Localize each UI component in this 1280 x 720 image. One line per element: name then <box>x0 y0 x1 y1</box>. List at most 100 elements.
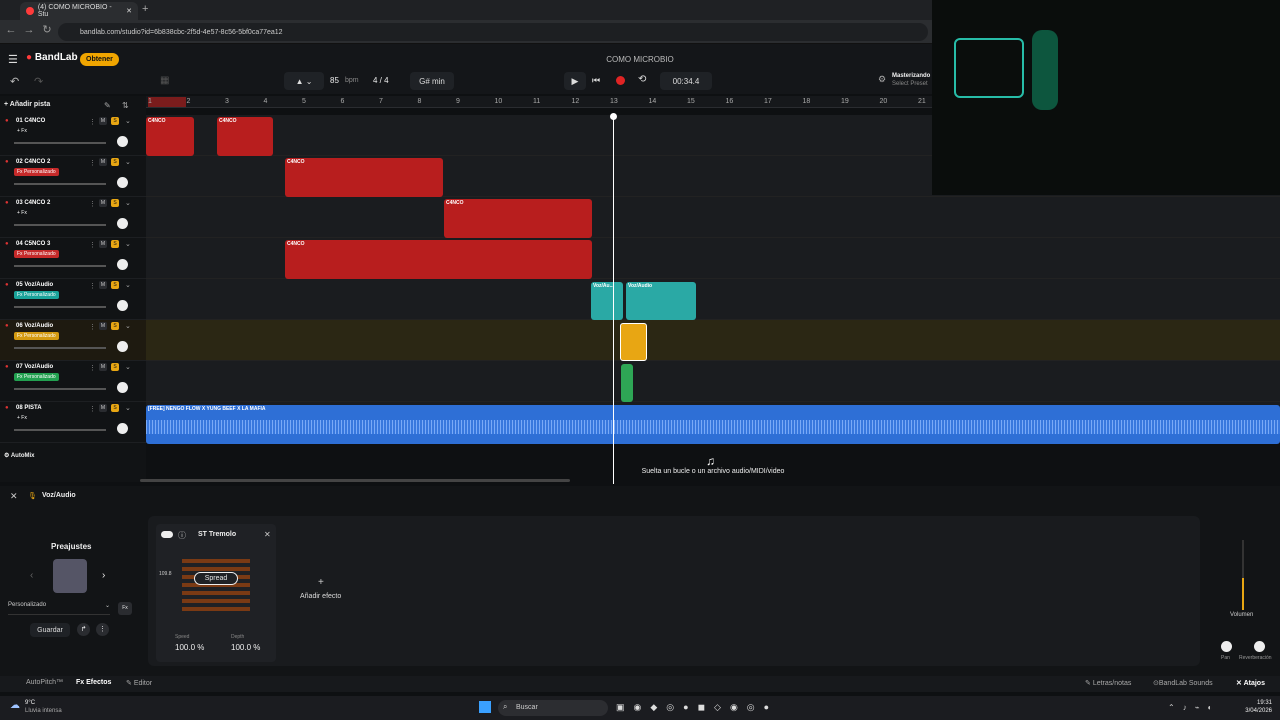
track-fx-badge[interactable]: + Fx <box>14 414 30 422</box>
solo-button[interactable]: S <box>111 240 119 248</box>
track-header[interactable]: ● 07 Voz/Audio Fx Personalizado ⋮ M S ⌄ <box>0 361 146 402</box>
menu-icon[interactable]: ☰ <box>8 53 18 66</box>
add-effect-icon[interactable]: + <box>318 577 324 588</box>
url-input[interactable]: bandlab.com/studio?id=6b838cbc-2f5d-4e57… <box>58 23 928 41</box>
pan-knob[interactable] <box>1221 641 1232 652</box>
mastering-icon[interactable]: ⚙ <box>878 74 886 85</box>
mute-button[interactable]: M <box>99 322 107 330</box>
track-lane[interactable] <box>146 361 1280 402</box>
track-more-icon[interactable]: ⋮ <box>89 282 96 290</box>
mute-button[interactable]: M <box>99 363 107 371</box>
mute-button[interactable]: M <box>99 158 107 166</box>
track-expand-icon[interactable]: ⌄ <box>125 363 131 371</box>
track-fx-badge[interactable]: + Fx <box>14 127 30 135</box>
mastering-preset[interactable]: Select Preset <box>892 81 928 87</box>
play-button[interactable]: ▶ <box>564 72 586 90</box>
mastering-title[interactable]: Masterizando <box>892 73 930 79</box>
reload-icon[interactable]: ↻ <box>40 23 54 37</box>
lyrics-button[interactable]: ✎ Letras/notas <box>1085 679 1131 687</box>
track-expand-icon[interactable]: ⌄ <box>125 404 131 412</box>
forward-icon[interactable]: → <box>22 23 36 37</box>
next-preset-icon[interactable]: › <box>102 570 105 581</box>
mute-button[interactable]: M <box>99 117 107 125</box>
song-title[interactable]: COMO MICROBIO <box>560 55 720 64</box>
track-pan-knob[interactable] <box>117 341 128 352</box>
fx-toggle-icon[interactable]: Fx <box>118 602 132 615</box>
track-expand-icon[interactable]: ⌄ <box>125 240 131 248</box>
loop-region[interactable] <box>148 97 186 107</box>
info-icon[interactable]: ⓘ <box>178 530 186 541</box>
add-effect-button[interactable]: Añadir efecto <box>300 593 341 600</box>
clip-c4nco-3[interactable]: C4NCO <box>285 158 443 197</box>
clip-voz-selected[interactable] <box>620 323 647 361</box>
track-name[interactable]: 04 C5NCO 3 <box>16 241 50 247</box>
track-name[interactable]: 02 C4NCO 2 <box>16 159 50 165</box>
prev-preset-icon[interactable]: ‹ <box>30 570 33 581</box>
new-tab-icon[interactable]: + <box>142 3 148 15</box>
solo-button[interactable]: S <box>111 199 119 207</box>
track-expand-icon[interactable]: ⌄ <box>125 281 131 289</box>
track-lane[interactable] <box>146 197 1280 238</box>
track-pan-knob[interactable] <box>117 136 128 147</box>
sounds-button[interactable]: ⊙BandLab Sounds <box>1153 679 1213 687</box>
mute-button[interactable]: M <box>99 199 107 207</box>
autopitch-tab[interactable]: AutoPitch™ <box>26 679 63 686</box>
track-pan-knob[interactable] <box>117 218 128 229</box>
key-selector[interactable]: G# min <box>410 72 454 90</box>
track-lane[interactable] <box>146 320 1280 361</box>
track-more-icon[interactable]: ⋮ <box>89 159 96 167</box>
back-icon[interactable]: ← <box>4 23 18 37</box>
track-lane[interactable] <box>146 279 1280 320</box>
track-volume-slider[interactable] <box>14 388 106 390</box>
get-membership-button[interactable]: Obtener <box>80 53 119 66</box>
record-button[interactable] <box>616 76 625 85</box>
track-expand-icon[interactable]: ⌄ <box>125 117 131 125</box>
editor-tab[interactable]: ✎ Editor <box>126 679 152 687</box>
track-more-icon[interactable]: ⋮ <box>89 241 96 249</box>
solo-button[interactable]: S <box>111 158 119 166</box>
undo-icon[interactable]: ↶ <box>10 75 19 88</box>
track-fx-badge[interactable]: Fx Personalizado <box>14 291 59 299</box>
rewind-icon[interactable]: ⏮ <box>592 75 600 86</box>
track-volume-slider[interactable] <box>14 429 106 431</box>
track-volume-slider[interactable] <box>14 347 106 349</box>
track-volume-slider[interactable] <box>14 306 106 308</box>
shortcuts-button[interactable]: ✕ Atajos <box>1236 679 1265 687</box>
track-volume-slider[interactable] <box>14 224 106 226</box>
taskbar-apps[interactable]: ▣◉◆◎●◼◇◉◎● <box>616 702 778 713</box>
solo-button[interactable]: S <box>111 322 119 330</box>
track-expand-icon[interactable]: ⌄ <box>125 158 131 166</box>
system-tray-icons[interactable]: ⌃♪⌁◐ <box>1168 703 1220 712</box>
bpm-value[interactable]: 85 <box>330 76 339 85</box>
track-more-icon[interactable]: ⋮ <box>89 118 96 126</box>
clock-time[interactable]: 19:31 <box>1240 700 1272 706</box>
save-preset-button[interactable]: Guardar <box>30 623 70 637</box>
clip-voz-1[interactable]: Voz/Au... <box>591 282 623 320</box>
track-fx-badge[interactable]: Fx Personalizado <box>14 250 59 258</box>
track-header[interactable]: ● 03 C4NCO 2 + Fx ⋮ M S ⌄ <box>0 197 146 238</box>
magic-icon[interactable]: ✎ <box>104 101 111 110</box>
track-settings-icon[interactable]: ⇅ <box>122 101 129 110</box>
clip-c4nco-5[interactable]: C4NCO <box>285 240 592 279</box>
clip-voz-2[interactable]: Voz/Audio <box>626 282 696 320</box>
track-header[interactable]: ● 06 Voz/Audio Fx Personalizado ⋮ M S ⌄ <box>0 320 146 361</box>
track-more-icon[interactable]: ⋮ <box>89 200 96 208</box>
track-volume-slider[interactable] <box>14 183 106 185</box>
track-name[interactable]: 07 Voz/Audio <box>16 364 53 370</box>
preset-thumbnail[interactable] <box>53 559 87 593</box>
spread-control[interactable]: Spread <box>194 572 238 585</box>
track-more-icon[interactable]: ⋮ <box>89 364 96 372</box>
track-name[interactable]: 01 C4NCO <box>16 118 45 124</box>
mute-button[interactable]: M <box>99 240 107 248</box>
solo-button[interactable]: S <box>111 363 119 371</box>
grid-icon[interactable]: ▦ <box>160 75 169 86</box>
track-fx-badge[interactable]: Fx Personalizado <box>14 373 59 381</box>
close-tab-icon[interactable]: ✕ <box>126 7 132 15</box>
browser-tab[interactable]: (4) COMO MICROBIO - Stu ✕ <box>20 2 138 20</box>
track-header[interactable]: ● 04 C5NCO 3 Fx Personalizado ⋮ M S ⌄ <box>0 238 146 279</box>
clip-c4nco-4[interactable]: C4NCO <box>444 199 592 238</box>
playhead-handle[interactable] <box>610 113 617 120</box>
preset-select[interactable]: Personalizado ⌄ <box>8 602 110 615</box>
clip-c4nco-2[interactable]: C4NCO <box>217 117 273 156</box>
track-header[interactable]: ● 02 C4NCO 2 Fx Personalizado ⋮ M S ⌄ <box>0 156 146 197</box>
